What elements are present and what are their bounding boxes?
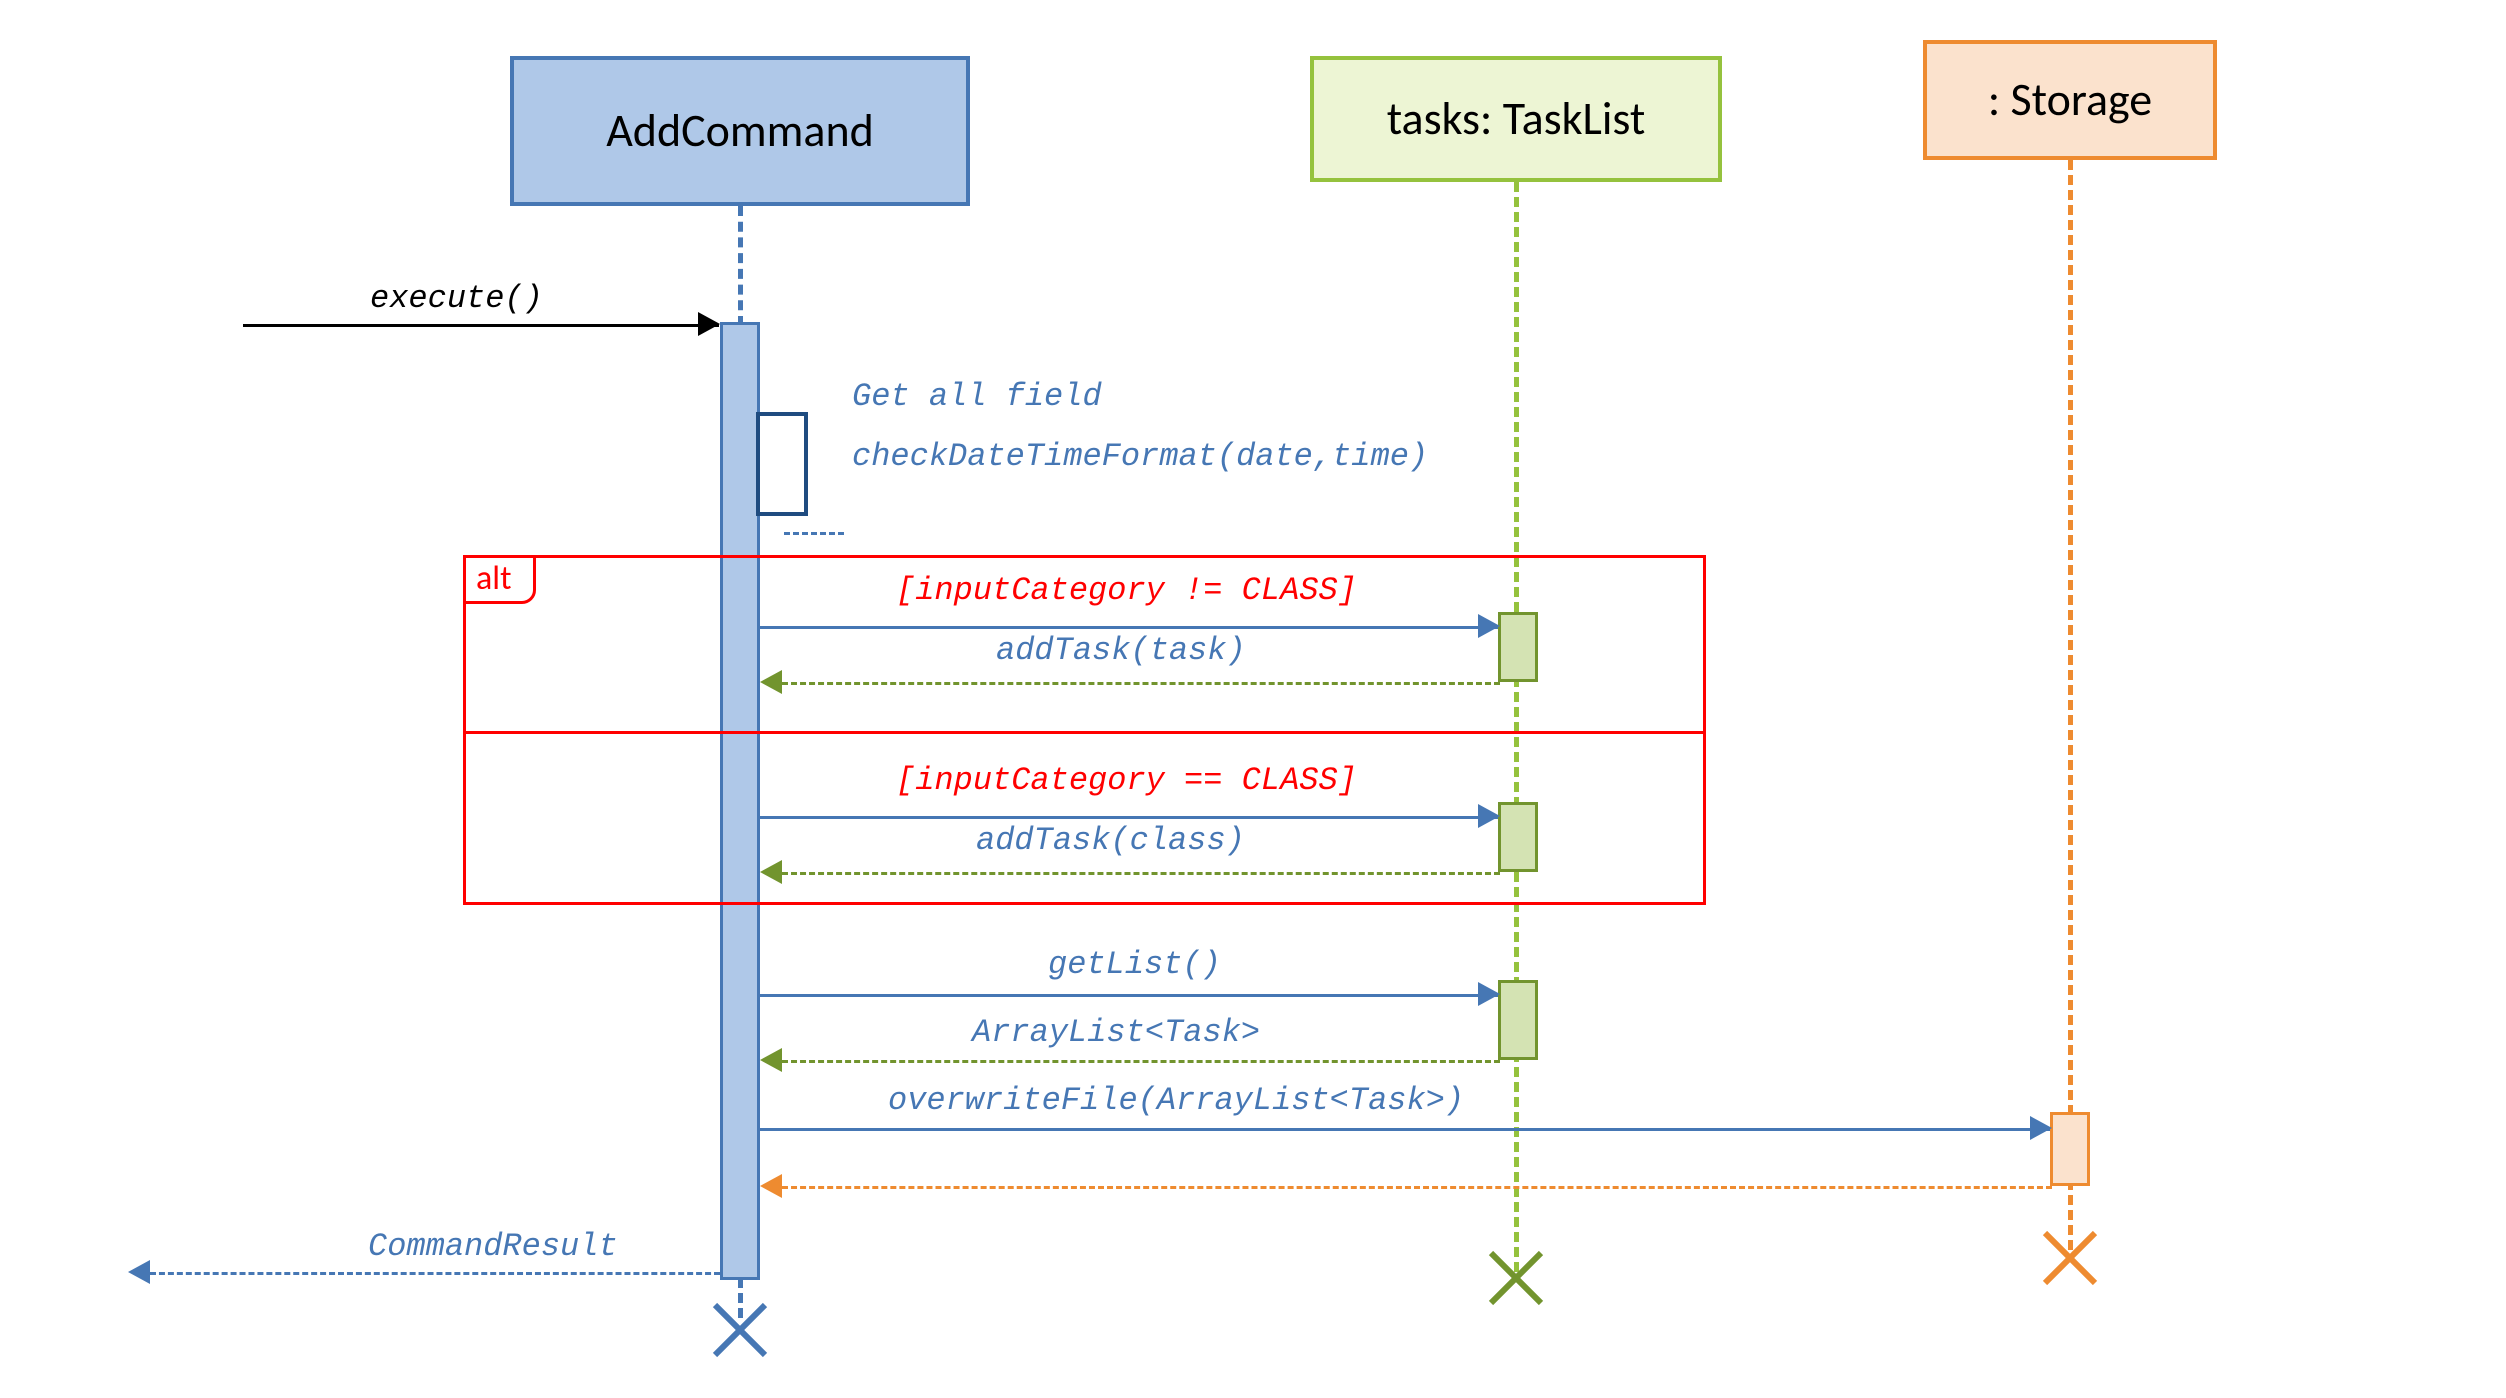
arrow-addtask-class: [760, 816, 1498, 819]
arrowhead-return-arraylist: [760, 1048, 782, 1072]
return-arraylist: [782, 1060, 1500, 1063]
self-return-h: [784, 532, 844, 535]
arrow-overwrite: [760, 1128, 2050, 1131]
label-overwrite: overwriteFile(ArrayList<Task>): [888, 1082, 1464, 1119]
guard-2: [inputCategory == CLASS]: [896, 762, 1357, 799]
note-check-date-time: checkDateTimeFormat(date,time): [852, 438, 1428, 475]
arrowhead-execute: [698, 312, 720, 336]
note-get-all-field: Get all field: [852, 378, 1102, 415]
arrowhead-overwrite: [2030, 1116, 2052, 1140]
guard-1: [inputCategory != CLASS]: [896, 572, 1357, 609]
lifeline-add-command: [738, 206, 743, 326]
participant-add-command-label: AddCommand: [606, 103, 874, 159]
participant-add-command: AddCommand: [510, 56, 970, 206]
arrowhead-addtask-class: [1478, 804, 1500, 828]
return-command-result: [150, 1272, 720, 1275]
label-arraylist: ArrayList<Task>: [972, 1014, 1260, 1051]
arrowhead-getlist: [1478, 982, 1500, 1006]
label-execute: execute(): [370, 280, 543, 317]
return-overwrite: [782, 1186, 2052, 1189]
participant-storage-label: : Storage: [1988, 72, 2152, 128]
label-command-result: CommandResult: [368, 1228, 618, 1265]
label-addtask-task: addTask(task): [996, 632, 1246, 669]
label-getlist: getList(): [1048, 946, 1221, 983]
arrow-addtask-task: [760, 626, 1498, 629]
participant-storage: : Storage: [1923, 40, 2217, 160]
return-addtask-class: [782, 872, 1500, 875]
alt-label: alt: [463, 555, 536, 604]
arrowhead-return-overwrite: [760, 1174, 782, 1198]
arrowhead-addtask-task: [1478, 614, 1500, 638]
arrowhead-return-addtask-task: [760, 670, 782, 694]
lifeline-storage: [2068, 160, 2073, 1250]
participant-task-list: tasks: TaskList: [1310, 56, 1722, 182]
destroy-add-command: [710, 1300, 770, 1360]
arrowhead-return-command-result: [128, 1260, 150, 1284]
destroy-task-list: [1486, 1248, 1546, 1308]
arrowhead-return-addtask-class: [760, 860, 782, 884]
arrow-execute: [243, 324, 719, 327]
destroy-storage: [2040, 1228, 2100, 1288]
alt-divider: [466, 731, 1703, 734]
return-addtask-task: [782, 682, 1500, 685]
participant-task-list-label: tasks: TaskList: [1387, 91, 1646, 147]
label-addtask-class: addTask(class): [976, 822, 1245, 859]
activation-storage: [2050, 1112, 2090, 1186]
self-call-box: [756, 412, 808, 516]
activation-task-list-3: [1498, 980, 1538, 1060]
arrow-getlist: [760, 994, 1498, 997]
